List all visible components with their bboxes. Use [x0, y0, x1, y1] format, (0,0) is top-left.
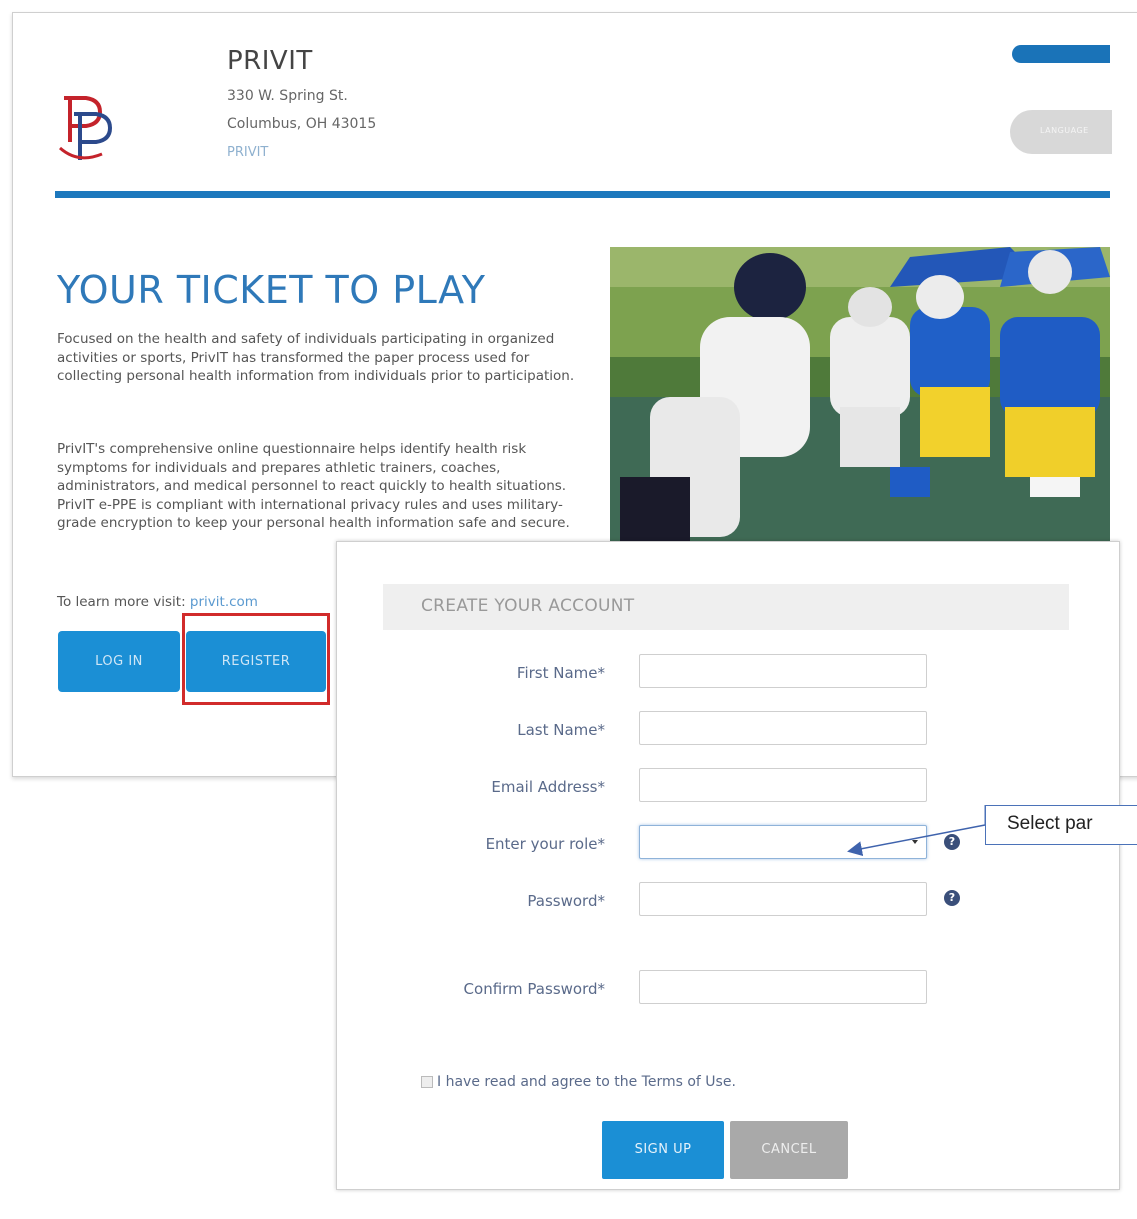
last-name-field[interactable]: [639, 711, 927, 745]
privit-logo: [59, 96, 113, 160]
hero-title: YOUR TICKET TO PLAY: [57, 268, 486, 312]
role-select[interactable]: [639, 825, 927, 859]
learn-more-prefix: To learn more visit:: [57, 594, 190, 610]
cancel-button[interactable]: CANCEL: [730, 1121, 848, 1179]
terms-label: I have read and agree to the Terms of Us…: [437, 1074, 736, 1090]
terms-checkbox[interactable]: [421, 1076, 433, 1088]
confirm-password-input[interactable]: [640, 971, 926, 1003]
org-name: PRIVIT: [227, 46, 313, 76]
login-button[interactable]: LOG IN: [58, 631, 180, 692]
email-label: Email Address*: [491, 778, 605, 796]
email-input[interactable]: [640, 769, 926, 801]
learn-more: To learn more visit: privit.com: [57, 594, 258, 610]
sign-up-button[interactable]: SIGN UP: [602, 1121, 724, 1179]
modal-header: CREATE YOUR ACCOUNT: [383, 584, 1069, 630]
modal-title: CREATE YOUR ACCOUNT: [421, 596, 635, 616]
language-button[interactable]: LANGUAGE: [1010, 110, 1112, 154]
email-field[interactable]: [639, 768, 927, 802]
hero-paragraph-1: Focused on the health and safety of indi…: [57, 331, 575, 384]
confirm-password-label: Confirm Password*: [463, 980, 605, 998]
password-input[interactable]: [640, 883, 926, 915]
privit-link[interactable]: privit.com: [190, 594, 258, 610]
football-players-photo: [610, 247, 1110, 545]
hero-paragraph-2: PrivIT's comprehensive online questionna…: [57, 441, 570, 531]
terms-row: I have read and agree to the Terms of Us…: [421, 1074, 736, 1090]
address-line-2: Columbus, OH 43015: [227, 116, 377, 132]
org-link[interactable]: PRIVIT: [227, 145, 268, 160]
first-name-input[interactable]: [640, 655, 926, 687]
password-help-icon[interactable]: ?: [944, 890, 960, 906]
create-account-modal: CREATE YOUR ACCOUNT First Name* Last Nam…: [336, 541, 1120, 1190]
first-name-label: First Name*: [516, 664, 605, 682]
callout-text: Select par: [1007, 813, 1093, 834]
header-divider: [55, 191, 1110, 198]
confirm-password-field[interactable]: [639, 970, 927, 1004]
last-name-input[interactable]: [640, 712, 926, 744]
role-help-icon[interactable]: ?: [944, 834, 960, 850]
password-field[interactable]: [639, 882, 927, 916]
address-line-1: 330 W. Spring St.: [227, 88, 348, 104]
password-label: Password*: [527, 892, 605, 910]
role-label: Enter your role*: [485, 835, 605, 853]
register-highlight-box: [182, 613, 330, 705]
annotation-callout: Select par: [985, 805, 1137, 845]
chevron-down-icon: [912, 840, 918, 844]
top-blue-button[interactable]: [1012, 45, 1110, 63]
last-name-label: Last Name*: [517, 721, 605, 739]
language-button-label: LANGUAGE: [1040, 126, 1089, 135]
first-name-field[interactable]: [639, 654, 927, 688]
